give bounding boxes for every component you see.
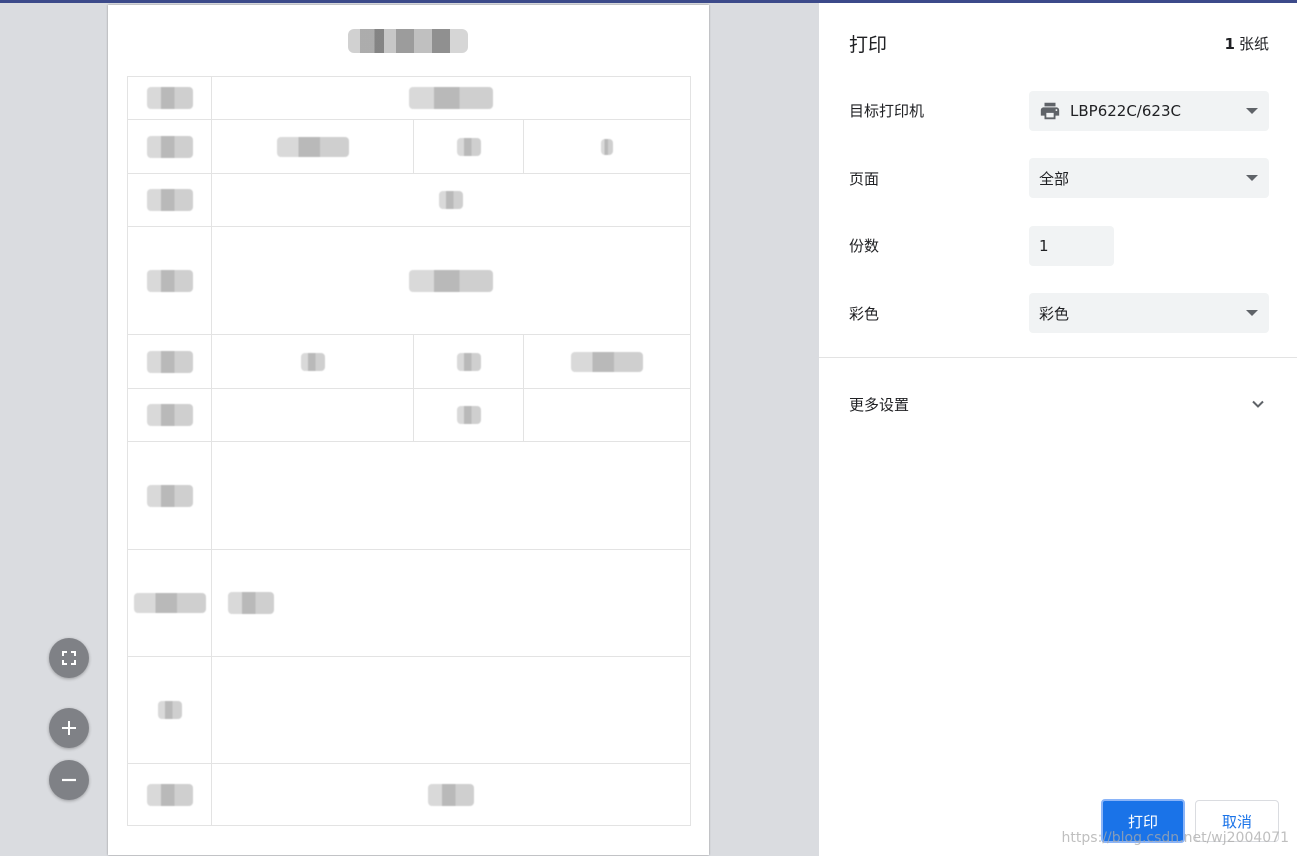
copies-input[interactable] xyxy=(1029,226,1114,266)
copies-label: 份数 xyxy=(849,237,880,255)
printer-icon xyxy=(1040,102,1060,120)
sheet-count: 1 张纸 xyxy=(1225,33,1269,54)
table-row xyxy=(127,763,692,826)
redacted-text xyxy=(571,351,643,372)
redacted-text xyxy=(456,137,481,156)
table-row xyxy=(127,76,692,120)
printer-select[interactable]: LBP622C/623C xyxy=(1029,91,1269,131)
redacted-text xyxy=(146,783,193,806)
redacted-text xyxy=(157,701,182,719)
redacted-text xyxy=(133,593,206,613)
window-top-border xyxy=(0,0,1297,3)
redacted-text xyxy=(276,136,349,157)
caret-down-icon xyxy=(1246,108,1258,114)
color-select[interactable]: 彩色 xyxy=(1029,293,1269,333)
redacted-text xyxy=(146,350,193,373)
redacted-text xyxy=(146,135,193,158)
redacted-text xyxy=(456,352,481,371)
zoom-in-button[interactable] xyxy=(49,708,89,748)
table-row xyxy=(127,549,692,657)
redacted-text xyxy=(146,484,193,507)
caret-down-icon xyxy=(1246,175,1258,181)
table-row xyxy=(127,119,692,174)
color-label: 彩色 xyxy=(849,305,880,323)
section-divider xyxy=(819,357,1297,358)
redacted-text xyxy=(601,138,613,155)
redacted-text xyxy=(146,269,193,292)
table-row xyxy=(127,388,692,442)
redacted-text xyxy=(146,189,193,211)
dialog-title: 打印 xyxy=(849,34,888,56)
minus-icon xyxy=(62,778,76,782)
table-row xyxy=(127,334,692,389)
print-settings-panel: 打印 1张纸 目标打印机 LBP622C/623C 页面 全部 份数 彩色 彩色… xyxy=(819,0,1297,856)
sheet-count-unit: 张纸 xyxy=(1238,35,1269,53)
printer-value: LBP622C/623C xyxy=(1070,102,1181,120)
redacted-text xyxy=(428,783,474,806)
sheet-count-number: 1 xyxy=(1224,35,1235,53)
redacted-text xyxy=(300,352,325,371)
watermark-text: https://blog.csdn.net/wj2004071 xyxy=(1061,830,1289,846)
caret-down-icon xyxy=(1246,310,1258,316)
redacted-text xyxy=(409,87,493,109)
redacted-text xyxy=(146,404,193,426)
redacted-text xyxy=(228,592,274,614)
redacted-text xyxy=(439,191,463,209)
table-row xyxy=(127,441,692,550)
color-value: 彩色 xyxy=(1039,304,1070,323)
plus-icon xyxy=(62,721,76,735)
more-settings-label: 更多设置 xyxy=(849,396,910,414)
pages-select[interactable]: 全部 xyxy=(1029,158,1269,198)
preview-page xyxy=(108,5,709,855)
printer-label: 目标打印机 xyxy=(849,102,925,120)
zoom-out-button[interactable] xyxy=(49,760,89,800)
table-row xyxy=(127,173,692,227)
redacted-text xyxy=(146,87,193,109)
redacted-text xyxy=(456,406,481,424)
document-title-redacted xyxy=(348,29,468,53)
table-row xyxy=(127,656,692,764)
pages-label: 页面 xyxy=(849,170,880,188)
table-row xyxy=(127,226,692,335)
fit-to-page-button[interactable] xyxy=(49,638,89,678)
print-preview-area xyxy=(0,0,819,856)
more-settings-toggle[interactable]: 更多设置 xyxy=(819,380,1297,428)
fit-to-page-icon xyxy=(62,651,76,665)
redacted-text xyxy=(409,269,493,292)
pages-value: 全部 xyxy=(1039,169,1070,188)
document-form-table xyxy=(127,76,692,826)
chevron-down-icon xyxy=(1252,400,1264,408)
